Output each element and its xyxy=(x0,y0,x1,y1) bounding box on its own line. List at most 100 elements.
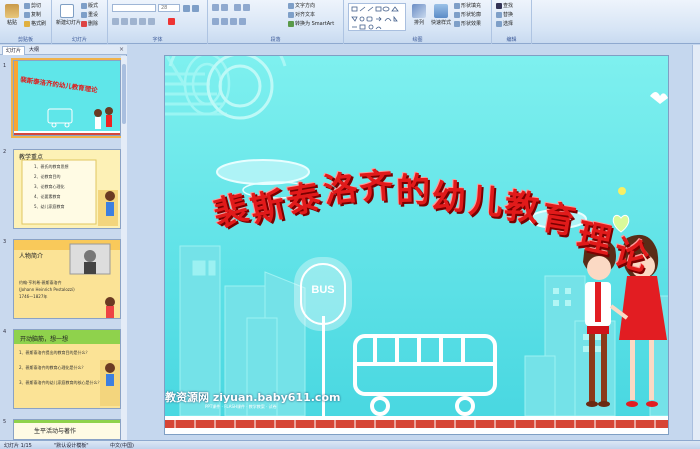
quick-styles-button[interactable]: 快速样式 xyxy=(431,4,451,30)
copy-icon xyxy=(24,11,30,18)
thumb-2-art xyxy=(14,150,120,228)
paragraph-group: 文字方向 对齐文本 转换为 SmartArt 段落 xyxy=(208,0,344,44)
font-color-icon[interactable] xyxy=(168,18,175,25)
panel-scroll-thumb[interactable] xyxy=(122,64,126,124)
paragraph-group-label: 段落 xyxy=(270,37,281,43)
shadow-icon[interactable] xyxy=(148,18,155,25)
title-char: 洛 xyxy=(320,168,360,212)
title-char: 教 xyxy=(502,185,542,230)
editor-scrollbar[interactable] xyxy=(692,45,700,440)
tab-outline[interactable]: 大纲 xyxy=(26,46,42,55)
bullets-icon[interactable] xyxy=(212,4,219,11)
arrange-button[interactable]: 排列 xyxy=(411,4,427,30)
scissors-icon xyxy=(24,2,30,9)
shape-effects-button[interactable]: 形状效果 xyxy=(454,20,481,28)
drawing-group: 排列 快速样式 形状填充 形状轮廓 形状效果 绘图 xyxy=(344,0,492,44)
thumb-3-title: 人物简介 xyxy=(19,253,44,260)
shape-fill-button[interactable]: 形状填充 xyxy=(454,2,481,10)
text-direction-button[interactable]: 文字方向 xyxy=(288,2,315,10)
shrink-font-icon[interactable] xyxy=(192,5,199,12)
editing-group-label: 编辑 xyxy=(506,37,517,43)
grow-font-icon[interactable] xyxy=(183,5,190,12)
cut-button[interactable]: 剪切 xyxy=(24,2,41,10)
smartart-button[interactable]: 转换为 SmartArt xyxy=(288,20,334,28)
slide-thumbnail-5[interactable]: 生平活动与著作 xyxy=(13,419,121,440)
thumb-2-line: 3、论教育心理化 xyxy=(34,184,65,189)
ribbon: 粘贴 剪切 复制 格式刷 剪贴板 新建幻灯片 版式 重设 删除 幻灯片 28 字… xyxy=(0,0,700,44)
status-bar: 幻灯片 1/15 "默认设计模板" 中文(中国) xyxy=(0,440,700,449)
slides-group: 新建幻灯片 版式 重设 删除 幻灯片 xyxy=(52,0,108,44)
binoculars-icon xyxy=(496,2,502,9)
language-indicator[interactable]: 中文(中国) xyxy=(110,442,134,449)
justify-icon[interactable] xyxy=(239,18,246,25)
increase-indent-icon[interactable] xyxy=(243,4,250,11)
slide-thumbnail-4[interactable]: 开动脑筋，想一想 1、裴斯泰洛齐提出的教育目的是什么？ 2、裴斯泰洛齐的教育心理… xyxy=(13,329,121,409)
shape-outline-button[interactable]: 形状轮廓 xyxy=(454,11,481,19)
clipboard-group: 粘贴 剪切 复制 格式刷 剪贴板 xyxy=(0,0,52,44)
thumb-number: 5 xyxy=(3,419,7,425)
quick-styles-icon xyxy=(434,4,448,18)
thumb-1-art xyxy=(14,61,120,135)
drawing-group-label: 绘图 xyxy=(412,37,423,43)
italic-icon[interactable] xyxy=(121,18,128,25)
tab-slides[interactable]: 幻灯片 xyxy=(2,46,26,55)
font-size-combo[interactable]: 28 xyxy=(158,4,180,12)
brush-icon xyxy=(24,20,30,27)
shapes-gallery-icons xyxy=(351,6,399,30)
thumb-2-line: 2、论教育目的 xyxy=(34,174,61,179)
replace-icon xyxy=(496,11,502,18)
find-button[interactable]: 查找 xyxy=(496,2,513,10)
align-center-icon[interactable] xyxy=(221,18,228,25)
thumb-4-line: 3、裴斯泰洛齐的幼儿家庭教育的核心是什么？ xyxy=(19,380,102,385)
align-text-icon xyxy=(288,11,294,18)
title-char: 儿 xyxy=(467,181,504,224)
strikethrough-icon[interactable] xyxy=(139,18,146,25)
watermark-subtext: PPT课件 · FLASH课件 · 教学教案 · 试卷 xyxy=(205,404,277,409)
thumb-4-line: 2、裴斯泰洛齐的教育心理化是什么？ xyxy=(19,365,86,370)
fill-bucket-icon xyxy=(454,2,460,9)
reset-button[interactable]: 重设 xyxy=(81,11,98,19)
slide-thumbnail-1[interactable]: 裴斯泰洛齐的幼儿教育理论 xyxy=(11,58,123,138)
new-slide-button[interactable]: 新建幻灯片 xyxy=(56,4,81,30)
font-group-label: 字体 xyxy=(152,37,163,43)
thumb-5-title: 生平活动与著作 xyxy=(34,428,77,435)
slide-thumbnail-2[interactable]: 教学重点 1、裴氏的教育思想 2、论教育目的 3、论教育心理化 4、论要素教育 … xyxy=(13,149,121,229)
layout-button[interactable]: 版式 xyxy=(81,2,98,10)
thumb-number: 1 xyxy=(3,63,7,69)
close-icon[interactable]: × xyxy=(119,46,124,53)
editing-group: 查找 替换 选择 编辑 xyxy=(492,0,532,44)
layout-icon xyxy=(81,2,87,9)
font-group: 28 字体 xyxy=(108,0,208,44)
select-button[interactable]: 选择 xyxy=(496,20,513,28)
numbering-icon[interactable] xyxy=(221,4,228,11)
thumb-3-line: 1746—1827年 xyxy=(19,294,48,299)
align-right-icon[interactable] xyxy=(230,18,237,25)
shapes-gallery[interactable] xyxy=(348,3,406,31)
slide-canvas[interactable]: BUS 裴斯泰洛齐的幼儿教育理论 教资源网 ziyuan.baby611.com… xyxy=(164,55,669,435)
slide-position: 幻灯片 1/15 xyxy=(4,443,32,449)
smartart-icon xyxy=(288,20,294,27)
slide-thumbnail-3[interactable]: 人物简介 约翰·亨利希·裴斯泰洛齐 (Johann Heinrich Pesta… xyxy=(13,239,121,319)
panel-scrollbar[interactable] xyxy=(121,56,127,440)
underline-icon[interactable] xyxy=(130,18,137,25)
title-char: 的 xyxy=(395,171,431,212)
paste-icon xyxy=(5,4,19,18)
replace-button[interactable]: 替换 xyxy=(496,11,513,19)
decrease-indent-icon[interactable] xyxy=(234,4,241,11)
paste-button[interactable]: 粘贴 xyxy=(3,4,21,30)
delete-slide-button[interactable]: 删除 xyxy=(81,20,98,28)
arrange-icon xyxy=(412,4,426,18)
font-name-combo[interactable] xyxy=(112,4,156,12)
bold-icon[interactable] xyxy=(112,18,119,25)
thumb-2-line: 1、裴氏的教育思想 xyxy=(34,164,69,169)
align-text-button[interactable]: 对齐文本 xyxy=(288,11,315,19)
thumb-2-line: 5、幼儿家庭教育 xyxy=(34,204,65,209)
slides-panel: 幻灯片 大纲 × 1 裴斯泰洛齐的幼儿教育理论 2 教学重点 1、裴氏的教育思想… xyxy=(0,45,127,440)
thumb-number: 3 xyxy=(3,239,7,245)
align-left-icon[interactable] xyxy=(212,18,219,25)
theme-name: "默认设计模板" xyxy=(54,443,89,449)
pen-outline-icon xyxy=(454,11,460,18)
thumb-number: 4 xyxy=(3,329,7,335)
format-painter-button[interactable]: 格式刷 xyxy=(24,20,46,28)
copy-button[interactable]: 复制 xyxy=(24,11,41,19)
